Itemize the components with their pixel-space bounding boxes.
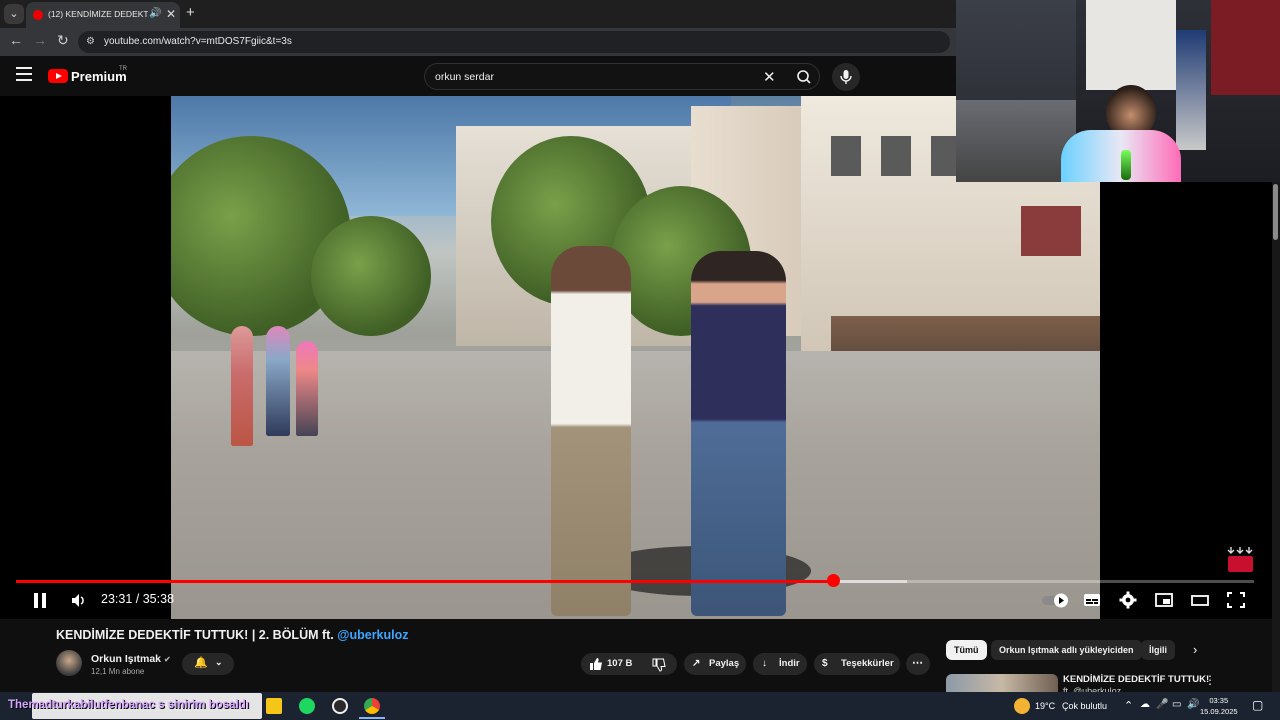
voice-search-button[interactable]	[832, 63, 860, 91]
notification-icon[interactable]: ▢	[1252, 698, 1263, 712]
time-display: 23:31 / 35:38	[101, 592, 174, 606]
weather-text[interactable]: Çok bulutlu	[1062, 701, 1107, 711]
thanks-icon: $	[822, 658, 828, 669]
progress-bar[interactable]	[16, 580, 1254, 583]
thanks-button[interactable]: $ Teşekkürler	[814, 653, 900, 675]
microphone-tray-icon[interactable]: 🎤	[1156, 699, 1168, 710]
browser-tab[interactable]: (12) KENDİMİZE DEDEKTİF TUTTUK 🔊 ✕	[26, 2, 180, 28]
spotify-icon[interactable]	[299, 698, 315, 714]
network-icon[interactable]: ▭	[1172, 699, 1181, 710]
clear-search-icon[interactable]: ✕	[763, 68, 776, 86]
clock-date: 15.09.2025	[1200, 707, 1238, 716]
microphone-icon	[840, 70, 852, 84]
theater-mode-icon[interactable]	[1191, 590, 1209, 610]
cloud-icon[interactable]: ☁	[1140, 699, 1150, 710]
obs-icon[interactable]	[332, 698, 348, 714]
scrubber-handle[interactable]	[826, 574, 840, 587]
close-tab-icon[interactable]: ✕	[166, 7, 176, 21]
title-mention-link[interactable]: @uberkuloz	[337, 628, 408, 642]
back-arrow-icon[interactable]: ←	[9, 32, 23, 48]
video-title-text: KENDİMİZE DEDEKTİF TUTTUK! | 2. BÖLÜM ft…	[56, 628, 334, 642]
recommendation-menu-icon[interactable]: ⋮	[1204, 673, 1216, 687]
stream-ticker-text: Themadturkabilutfenbanac s sinirim bosal…	[8, 699, 249, 711]
channel-avatar[interactable]	[56, 650, 82, 676]
more-actions-button[interactable]: ⋯	[906, 653, 930, 675]
volume-icon[interactable]	[69, 590, 87, 610]
country-code: TR	[119, 66, 127, 72]
share-label: Paylaş	[709, 658, 740, 669]
fullscreen-icon[interactable]	[1227, 590, 1245, 610]
subscriber-count: 12,1 Mn abone	[91, 667, 145, 676]
notification-bell-button[interactable]: 🔔 ⌄	[182, 653, 234, 675]
thanks-label: Teşekkürler	[841, 658, 894, 669]
video-title: KENDİMİZE DEDEKTİF TUTTUK! | 2. BÖLÜM ft…	[56, 628, 409, 642]
search-input[interactable]: orkun serdar	[435, 71, 494, 83]
share-arrow-icon: ↗	[692, 658, 701, 669]
chip-all[interactable]: Tümü	[946, 640, 987, 660]
weather-icon[interactable]	[1014, 698, 1030, 714]
chevron-down-icon: ⌄	[215, 657, 223, 667]
scrollbar-thumb[interactable]	[1273, 184, 1278, 240]
file-explorer-icon[interactable]	[266, 698, 282, 714]
channel-name-text[interactable]: Orkun Işıtmak	[91, 653, 161, 665]
speaker-tray-icon[interactable]: 🔊	[1187, 699, 1199, 710]
played-bar	[16, 580, 834, 583]
download-icon: ↓	[762, 658, 767, 669]
time-separator: /	[135, 592, 140, 606]
tray-chevron-up-icon[interactable]: ⌃	[1124, 699, 1133, 712]
speaker-icon[interactable]: 🔊	[149, 8, 161, 19]
pause-icon[interactable]	[31, 590, 49, 610]
hamburger-menu-icon[interactable]	[16, 67, 32, 85]
clock-time: 03:35	[1209, 696, 1229, 705]
duration: 35:38	[142, 592, 175, 606]
youtube-logo-icon[interactable]	[48, 69, 68, 83]
verified-check-icon: ✔	[163, 655, 171, 664]
hanging-jersey	[1086, 0, 1176, 90]
new-tab-button[interactable]: +	[186, 4, 195, 21]
url-text[interactable]: youtube.com/watch?v=mtDOS7Fgiic&t=3s	[104, 36, 292, 47]
page-scrollbar[interactable]	[1272, 182, 1280, 692]
windows-taskbar: Themadturkabilutfenbanac s sinirim bosal…	[0, 692, 1280, 720]
chrome-icon[interactable]	[364, 698, 380, 714]
reload-icon[interactable]: ↻	[57, 32, 69, 49]
current-time: 23:31	[101, 592, 133, 606]
search-icon	[797, 70, 811, 84]
tab-search-button[interactable]: ⌄	[4, 4, 24, 24]
bell-icon: 🔔	[194, 657, 208, 669]
site-info-icon[interactable]: ⚙	[86, 36, 95, 47]
settings-gear-icon[interactable]	[1119, 590, 1137, 610]
chip-related[interactable]: İlgili	[1141, 640, 1175, 660]
more-horizontal-icon: ⋯	[912, 657, 923, 669]
like-icon[interactable]	[589, 657, 603, 671]
recommendation-title[interactable]: KENDİMİZE DEDEKTİF TUTTUK!	[1063, 674, 1209, 685]
chip-from-uploader[interactable]: Orkun Işıtmak adlı yükleyiciden	[991, 640, 1142, 660]
share-button[interactable]: ↗ Paylaş	[684, 653, 746, 675]
subscribe-badge-icon[interactable]	[1227, 546, 1254, 573]
dislike-icon[interactable]	[652, 658, 666, 672]
subtitles-icon[interactable]	[1083, 590, 1101, 610]
clock[interactable]: 03:35 15.09.2025	[1200, 695, 1238, 717]
like-count[interactable]: 107 B	[607, 658, 632, 669]
miniplayer-icon[interactable]	[1155, 590, 1173, 610]
autoplay-toggle-icon[interactable]	[1040, 590, 1072, 610]
youtube-header: Premium TR orkun serdar ✕	[0, 56, 956, 96]
channel-name[interactable]: Orkun Işıtmak ✔	[91, 653, 171, 665]
like-dislike-group: 107 B	[581, 653, 677, 675]
browser-toolbar: ← → ↻ ⚙ youtube.com/watch?v=mtDOS7Fgiic&…	[0, 28, 956, 56]
tab-title: (12) KENDİMİZE DEDEKTİF TUTTUK	[48, 9, 148, 19]
search-box[interactable]: orkun serdar ✕	[424, 63, 820, 90]
address-bar[interactable]: ⚙ youtube.com/watch?v=mtDOS7Fgiic&t=3s	[78, 31, 950, 53]
forward-arrow-icon[interactable]: →	[33, 32, 47, 48]
search-button[interactable]	[789, 65, 819, 89]
youtube-favicon-icon	[33, 10, 43, 20]
webcam-overlay	[956, 0, 1280, 182]
weather-temp[interactable]: 19°C	[1035, 701, 1055, 711]
download-label: İndir	[779, 658, 800, 669]
download-button[interactable]: ↓ İndir	[753, 653, 807, 675]
chevron-right-icon[interactable]: ›	[1193, 642, 1197, 657]
